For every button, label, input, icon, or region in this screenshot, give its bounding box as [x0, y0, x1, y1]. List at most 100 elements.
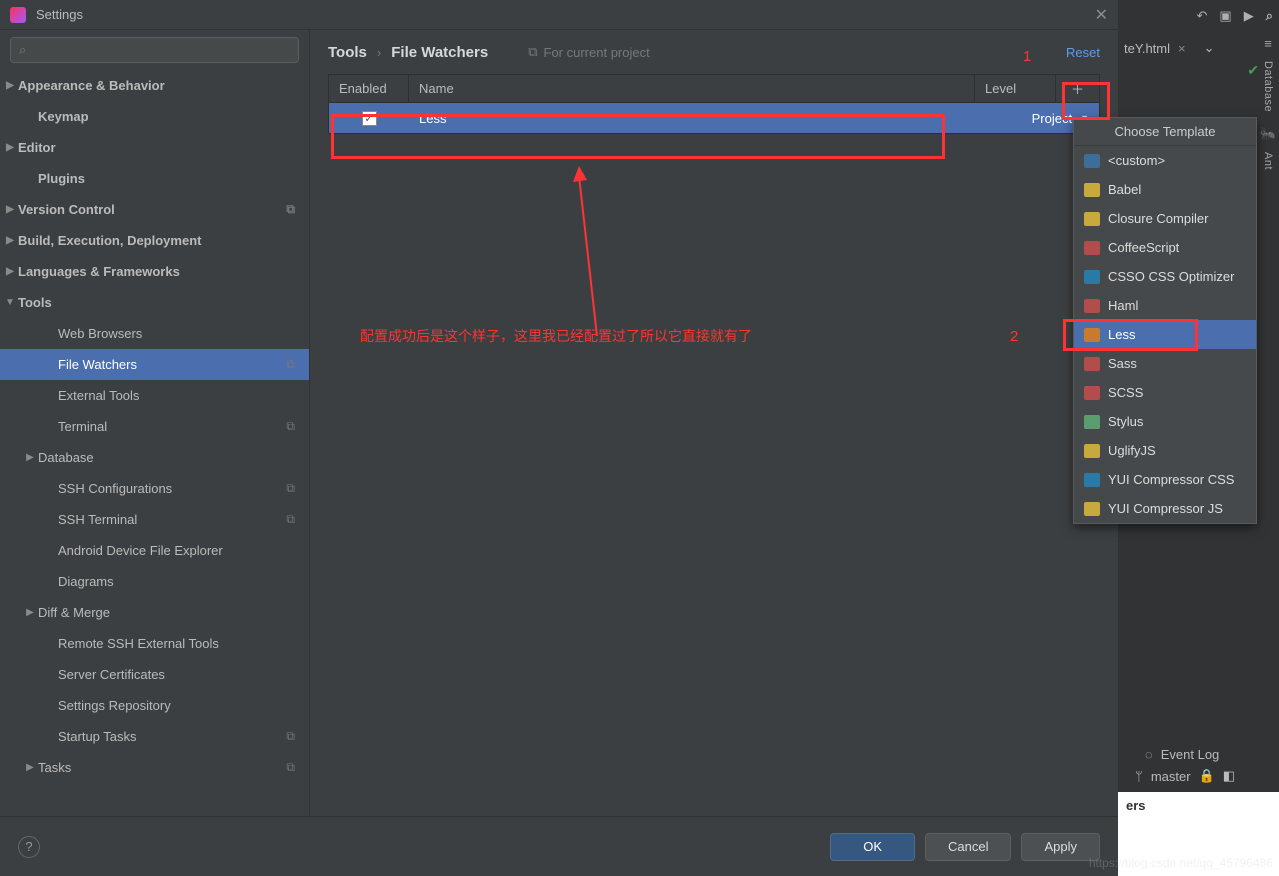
template-item-babel[interactable]: Babel [1074, 175, 1256, 204]
filetype-icon [1084, 241, 1100, 255]
arrow-icon: ▶ [4, 204, 16, 215]
crumb-file-watchers: File Watchers [391, 44, 488, 61]
sidebar-item-settings-repository[interactable]: Settings Repository [0, 690, 309, 721]
template-item-csso-css-optimizer[interactable]: CSSO CSS Optimizer [1074, 262, 1256, 291]
sidebar-item-label: Build, Execution, Deployment [18, 233, 201, 248]
sidebar-item-editor[interactable]: ▶Editor [0, 132, 309, 163]
sidebar-item-label: Android Device File Explorer [58, 543, 223, 558]
filetype-icon [1084, 183, 1100, 197]
sidebar-item-diff-merge[interactable]: ▶Diff & Merge [0, 597, 309, 628]
chevron-down-icon[interactable]: ⌄ [1204, 40, 1215, 56]
search-icon[interactable]: ⌕ [1266, 8, 1273, 24]
filetype-icon [1084, 415, 1100, 429]
scope-icon: ⧉ [286, 481, 295, 496]
scope-label: ⧉For current project [528, 44, 650, 60]
search-field[interactable] [32, 43, 290, 58]
sidebar-item-label: File Watchers [58, 357, 137, 372]
sidebar-item-build-execution-deployment[interactable]: ▶Build, Execution, Deployment [0, 225, 309, 256]
template-item-coffeescript[interactable]: CoffeeScript [1074, 233, 1256, 262]
sidebar-item-ssh-terminal[interactable]: SSH Terminal⧉ [0, 504, 309, 535]
template-item-scss[interactable]: SCSS [1074, 378, 1256, 407]
crumb-tools[interactable]: Tools [328, 44, 367, 61]
sidebar-item-web-browsers[interactable]: Web Browsers [0, 318, 309, 349]
chevron-right-icon: › [377, 45, 381, 60]
col-level[interactable]: Level [975, 75, 1055, 102]
template-item-label: Haml [1108, 298, 1138, 313]
sidebar-item-tasks[interactable]: ▶Tasks⧉ [0, 752, 309, 783]
sidebar-item-tools[interactable]: ▼Tools [0, 287, 309, 318]
sidebar-item-android-device-file-explorer[interactable]: Android Device File Explorer [0, 535, 309, 566]
scope-icon: ⧉ [286, 419, 295, 434]
arrow-icon: ▶ [24, 762, 36, 773]
sidebar-item-database[interactable]: ▶Database [0, 442, 309, 473]
database-tab[interactable]: Database [1262, 61, 1274, 112]
sidebar-item-external-tools[interactable]: External Tools [0, 380, 309, 411]
template-item--custom-[interactable]: <custom> [1074, 146, 1256, 175]
sidebar-item-server-certificates[interactable]: Server Certificates [0, 659, 309, 690]
col-name[interactable]: Name [409, 75, 975, 102]
template-item-yui-compressor-css[interactable]: YUI Compressor CSS [1074, 465, 1256, 494]
inspect-icon[interactable]: ◧ [1223, 768, 1235, 784]
sidebar-item-ssh-configurations[interactable]: SSH Configurations ⧉ [0, 473, 309, 504]
sidebar-item-languages-frameworks[interactable]: ▶Languages & Frameworks [0, 256, 309, 287]
sidebar-item-startup-tasks[interactable]: Startup Tasks⧉ [0, 721, 309, 752]
annotation-box-less [1063, 319, 1198, 351]
sidebar-item-label: Remote SSH External Tools [58, 636, 219, 651]
arrow-icon: ▶ [4, 235, 16, 246]
status-bar: ᛘ master 🔒 ◧ [1135, 764, 1235, 788]
template-item-label: YUI Compressor JS [1108, 501, 1223, 516]
ant-tab[interactable]: Ant [1262, 152, 1274, 170]
sidebar-item-keymap[interactable]: Keymap [0, 101, 309, 132]
template-item-closure-compiler[interactable]: Closure Compiler [1074, 204, 1256, 233]
sidebar-item-label: Server Certificates [58, 667, 165, 682]
close-icon[interactable]: × [1178, 41, 1186, 56]
annotation-num-2: 2 [1010, 328, 1018, 345]
ok-button[interactable]: OK [830, 833, 915, 861]
database-icon[interactable]: ≡ [1264, 36, 1272, 51]
filetype-icon [1084, 473, 1100, 487]
dialog-footer: ? OK Cancel Apply [0, 816, 1118, 876]
search-input[interactable]: ⌕ [10, 37, 299, 63]
sidebar-item-label: SSH Configurations [58, 481, 172, 496]
template-item-label: Stylus [1108, 414, 1143, 429]
reset-link[interactable]: Reset [1066, 45, 1100, 60]
sidebar-item-label: Editor [18, 140, 56, 155]
help-button[interactable]: ? [18, 836, 40, 858]
folder-icon[interactable]: ▣ [1219, 8, 1231, 24]
annotation-num-1: 1 [1023, 48, 1031, 65]
sidebar-item-label: Diff & Merge [38, 605, 110, 620]
undo-icon[interactable]: ↶ [1197, 8, 1208, 24]
sidebar-item-label: External Tools [58, 388, 139, 403]
branch-icon[interactable]: ᛘ [1135, 769, 1143, 784]
ant-icon[interactable]: 🐜 [1260, 126, 1276, 142]
notify-icon: ◌ [1145, 747, 1153, 762]
right-tool-strip: ≡ Database 🐜 Ant [1257, 30, 1279, 330]
sidebar-item-label: Diagrams [58, 574, 114, 589]
sidebar-item-diagrams[interactable]: Diagrams [0, 566, 309, 597]
run-icon[interactable]: ▶ [1244, 8, 1254, 24]
settings-tree[interactable]: ▶Appearance & BehaviorKeymap▶EditorPlugi… [0, 70, 309, 816]
filetype-icon [1084, 502, 1100, 516]
annotation-box-row [331, 114, 945, 159]
scope-icon: ⧉ [286, 357, 295, 372]
sidebar-item-terminal[interactable]: Terminal⧉ [0, 411, 309, 442]
fragment-text: ers [1126, 798, 1146, 813]
sidebar-item-appearance-behavior[interactable]: ▶Appearance & Behavior [0, 70, 309, 101]
template-item-haml[interactable]: Haml [1074, 291, 1256, 320]
editor-tab[interactable]: teY.html × ⌄ [1124, 36, 1215, 60]
sidebar-item-file-watchers[interactable]: File Watchers ⧉ [0, 349, 309, 380]
sidebar-item-plugins[interactable]: Plugins [0, 163, 309, 194]
sidebar-item-label: SSH Terminal [58, 512, 137, 527]
sidebar-item-version-control[interactable]: ▶Version Control⧉ [0, 194, 309, 225]
branch-name[interactable]: master [1151, 769, 1191, 784]
cancel-button[interactable]: Cancel [925, 833, 1011, 861]
template-item-yui-compressor-js[interactable]: YUI Compressor JS [1074, 494, 1256, 523]
lock-icon[interactable]: 🔒 [1199, 768, 1215, 784]
col-enabled[interactable]: Enabled [329, 75, 409, 102]
close-icon[interactable]: ✕ [1095, 5, 1108, 25]
arrow-icon: ▶ [4, 80, 16, 91]
template-item-sass[interactable]: Sass [1074, 349, 1256, 378]
sidebar-item-remote-ssh-external-tools[interactable]: Remote SSH External Tools [0, 628, 309, 659]
template-item-uglifyjs[interactable]: UglifyJS [1074, 436, 1256, 465]
template-item-stylus[interactable]: Stylus [1074, 407, 1256, 436]
